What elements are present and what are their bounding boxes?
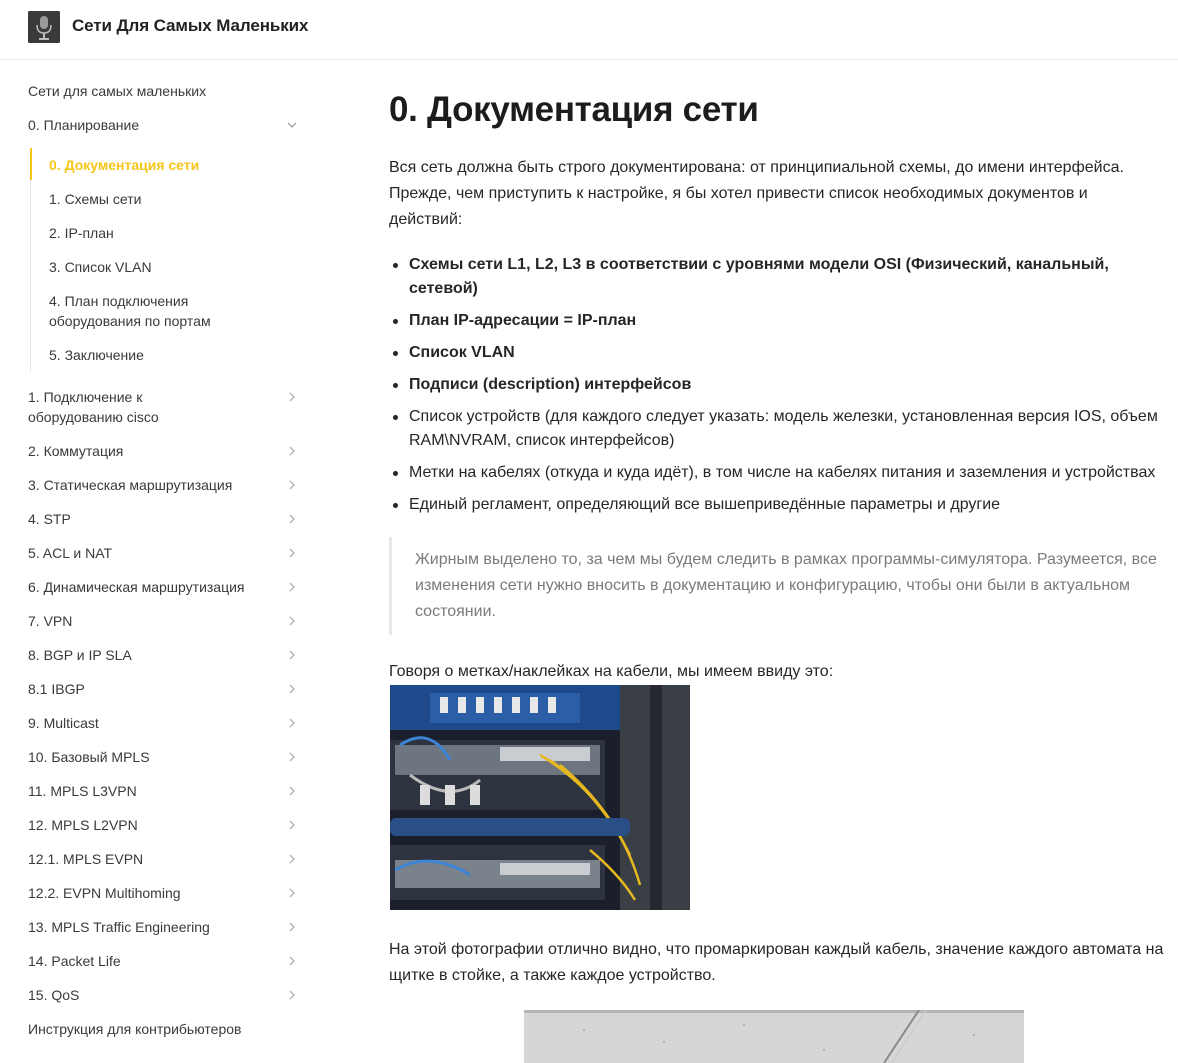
rack-photo	[390, 685, 690, 910]
sidebar-item-label: 12.2. EVPN Multihoming	[28, 885, 181, 901]
chevron-right-icon[interactable]	[286, 615, 298, 627]
planning-subnav: 0. Документация сети 1. Схемы сети 2. IP…	[30, 148, 300, 372]
list-item: Список устройств (для каждого следует ук…	[389, 405, 1164, 453]
sidebar-item-section[interactable]: 4. STP	[28, 509, 298, 529]
list-item: Список VLAN	[389, 341, 1164, 365]
intro-paragraph: Вся сеть должна быть строго документиров…	[389, 159, 1124, 228]
chevron-right-icon[interactable]	[286, 479, 298, 491]
sidebar-item-label: 4. STP	[28, 511, 71, 527]
chevron-down-icon[interactable]	[286, 119, 298, 131]
list-item: Схемы сети L1, L2, L3 в соответствии с у…	[389, 253, 1164, 301]
page-title: 0. Документация сети	[389, 90, 759, 129]
chevron-right-icon[interactable]	[286, 785, 298, 797]
sidebar-item-label: 15. QoS	[28, 987, 80, 1003]
article: 0. Документация сети Вся сеть должна быт…	[389, 60, 1164, 1063]
sidebar-item-section[interactable]: 8.1 IBGP	[28, 679, 298, 699]
chevron-right-icon[interactable]	[286, 819, 298, 831]
sidebar-item-section[interactable]: 12.1. MPLS EVPN	[28, 849, 298, 869]
sidebar-item-root[interactable]: Сети для самых маленьких	[28, 81, 298, 101]
sidebar-nav: Сети для самых маленьких 0. Планирование…	[0, 60, 330, 1063]
list-item: Подписи (description) интерфейсов	[389, 373, 1164, 397]
sidebar-item-label: 12.1. MPLS EVPN	[28, 851, 144, 867]
photo-description-paragraph: На этой фотографии отлично видно, что пр…	[389, 941, 1164, 984]
chevron-right-icon[interactable]	[286, 853, 298, 865]
sidebar-item-section[interactable]: 5. ACL и NAT	[28, 543, 298, 563]
microphone-logo-icon[interactable]	[28, 11, 60, 43]
sidebar-item-label: 6. Динамическая маршрутизация	[28, 579, 245, 595]
sidebar-item-label: 9. Multicast	[28, 715, 99, 731]
sidebar-item-section[interactable]: 10. Базовый MPLS	[28, 747, 298, 767]
sidebar-subitem-port-plan[interactable]: 4. План подключения оборудования по порт…	[49, 291, 249, 331]
chevron-right-icon[interactable]	[286, 717, 298, 729]
sidebar-item-label: 1. Подключение к оборудованию cisco	[28, 389, 159, 425]
sidebar-item-label: 12. MPLS L2VPN	[28, 817, 138, 833]
sidebar-item-section[interactable]: 1. Подключение к оборудованию cisco	[28, 387, 298, 427]
list-item: Единый регламент, определяющий все вышеп…	[389, 493, 1164, 517]
sidebar-item-label: 2. Коммутация	[28, 443, 124, 459]
sidebar-item-label: 8.1 IBGP	[28, 681, 85, 697]
sidebar-item-label: 11. MPLS L3VPN	[28, 783, 137, 799]
sidebar-item-section[interactable]: 2. Коммутация	[28, 441, 298, 461]
sidebar-item-section[interactable]: 13. MPLS Traffic Engineering	[28, 917, 298, 937]
labels-paragraph: Говоря о метках/наклейках на кабели, мы …	[389, 663, 834, 680]
docs-list: Схемы сети L1, L2, L3 в соответствии с у…	[389, 253, 1164, 525]
list-item: Метки на кабелях (откуда и куда идёт), в…	[389, 461, 1164, 485]
chevron-right-icon[interactable]	[286, 887, 298, 899]
ceiling-photo	[524, 1009, 1024, 1063]
chevron-right-icon[interactable]	[286, 751, 298, 763]
sidebar-item-section[interactable]: 8. BGP и IP SLA	[28, 645, 298, 665]
chevron-right-icon[interactable]	[286, 921, 298, 933]
sidebar-item-section[interactable]: 12.2. EVPN Multihoming	[28, 883, 298, 903]
sidebar-item-label: 5. ACL и NAT	[28, 545, 113, 561]
active-indicator	[30, 148, 32, 180]
chevron-right-icon[interactable]	[286, 581, 298, 593]
sidebar-item-label: 3. Статическая маршрутизация	[28, 477, 233, 493]
top-header: Сети Для Самых Маленьких	[0, 0, 1178, 60]
sidebar-subitem-conclusion[interactable]: 5. Заключение	[49, 345, 289, 365]
sidebar-item-label: 10. Базовый MPLS	[28, 749, 150, 765]
list-item: План IP-адресации = IP-план	[389, 309, 1164, 333]
sidebar-item-label: 0. Планирование	[28, 117, 140, 133]
sidebar-item-section[interactable]: 11. MPLS L3VPN	[28, 781, 298, 801]
chevron-right-icon[interactable]	[286, 445, 298, 457]
blockquote: Жирным выделено то, за чем мы будем след…	[389, 537, 1159, 635]
sidebar-subitem-network-schemes[interactable]: 1. Схемы сети	[49, 189, 289, 209]
sidebar-item-section[interactable]: 14. Packet Life	[28, 951, 298, 971]
sidebar-item-section[interactable]: 12. MPLS L2VPN	[28, 815, 298, 835]
sidebar-item-contributors[interactable]: Инструкция для контрибьютеров	[28, 1019, 298, 1039]
chevron-right-icon[interactable]	[286, 391, 298, 403]
sidebar-item-label: 7. VPN	[28, 613, 73, 629]
sidebar-item-label: 8. BGP и IP SLA	[28, 647, 132, 663]
chevron-right-icon[interactable]	[286, 547, 298, 559]
chevron-right-icon[interactable]	[286, 513, 298, 525]
sidebar-item-label: 13. MPLS Traffic Engineering	[28, 919, 210, 935]
sidebar-subitem-network-docs[interactable]: 0. Документация сети	[49, 155, 289, 175]
chevron-right-icon[interactable]	[286, 649, 298, 661]
sidebar-subitem-vlan-list[interactable]: 3. Список VLAN	[49, 257, 289, 277]
sidebar-item-section[interactable]: 6. Динамическая маршрутизация	[28, 577, 298, 597]
sidebar-item-section[interactable]: 15. QoS	[28, 985, 298, 1005]
site-title[interactable]: Сети Для Самых Маленьких	[72, 16, 308, 36]
sidebar-item-section[interactable]: 7. VPN	[28, 611, 298, 631]
sidebar-item-label: 14. Packet Life	[28, 953, 121, 969]
sidebar-item-section[interactable]: 3. Статическая маршрутизация	[28, 475, 298, 495]
chevron-right-icon[interactable]	[286, 683, 298, 695]
sidebar-item-section[interactable]: 9. Multicast	[28, 713, 298, 733]
chevron-right-icon[interactable]	[286, 989, 298, 1001]
sidebar-subitem-ip-plan[interactable]: 2. IP-план	[49, 223, 289, 243]
sidebar-item-planning[interactable]: 0. Планирование	[28, 115, 298, 135]
chevron-right-icon[interactable]	[286, 955, 298, 967]
